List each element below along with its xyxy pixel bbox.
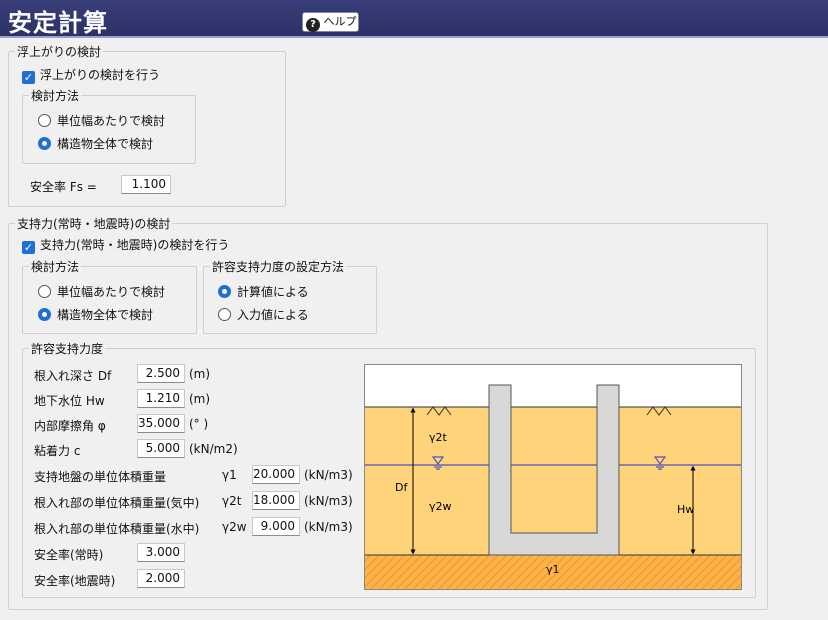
hw-input[interactable]: 1.210: [137, 389, 185, 408]
option-label: 入力値による: [237, 308, 309, 322]
title-bar: 安定計算 ? ヘルプ: [0, 0, 828, 38]
param-label-g1: 支持地盤の単位体積重量: [34, 470, 167, 484]
safety-fs-label: 安全率 Fs =: [30, 180, 97, 194]
help-label: ヘルプ: [323, 15, 357, 28]
label-gamma1: γ1: [546, 563, 560, 576]
param-label-hw: 地下水位 Hw: [34, 394, 105, 408]
option-label: 計算値による: [237, 285, 309, 299]
radio-selected-icon: [38, 308, 51, 321]
radio-icon: [218, 308, 231, 321]
param-unit: (m): [189, 392, 211, 406]
label-gamma2t: γ2t: [429, 431, 448, 444]
soil-diagram: γ2t γ2w Df Hw γ1: [364, 364, 742, 590]
bearing-method-option-unit[interactable]: 単位幅あたりで検討: [38, 283, 165, 300]
setting-option-input[interactable]: 入力値による: [218, 306, 309, 323]
window-title: 安定計算: [8, 9, 108, 37]
param-label-g2w: 根入れ部の単位体積重量(水中): [34, 522, 200, 536]
param-unit: (kN/m3): [304, 520, 353, 534]
bearing-checkbox[interactable]: ✓ 支持力(常時・地震時)の検討を行う: [22, 236, 229, 254]
option-label: 構造物全体で検討: [57, 137, 154, 151]
uplift-checkbox-label: 浮上がりの検討を行う: [40, 68, 161, 82]
bearing-checkbox-label: 支持力(常時・地震時)の検討を行う: [40, 238, 230, 252]
radio-icon: [38, 114, 51, 127]
df-input[interactable]: 2.500: [137, 364, 185, 383]
question-circle-icon: ?: [306, 18, 320, 32]
phi-input[interactable]: 35.000: [137, 414, 185, 433]
allowable-group-title: 許容支持力度: [31, 342, 104, 356]
uplift-method-option-whole[interactable]: 構造物全体で検討: [38, 135, 153, 152]
radio-icon: [38, 285, 51, 298]
gamma2w-input[interactable]: 9.000: [252, 517, 300, 536]
param-label-c: 粘着力 c: [34, 444, 81, 458]
param-unit: (° ): [189, 417, 209, 431]
setting-method-title: 許容支持力度の設定方法: [212, 260, 345, 274]
checkbox-check-icon: ✓: [22, 241, 35, 254]
setting-option-calculated[interactable]: 計算値による: [218, 283, 309, 300]
radio-selected-icon: [38, 137, 51, 150]
option-label: 単位幅あたりで検討: [57, 114, 166, 128]
gamma1-input[interactable]: 20.000: [252, 465, 300, 484]
radio-selected-icon: [218, 285, 231, 298]
param-label-safety-seismic: 安全率(地震時): [34, 574, 116, 588]
safety-fs-input[interactable]: 1.100: [121, 175, 171, 194]
help-button[interactable]: ? ヘルプ: [302, 12, 359, 32]
uplift-method-option-unit[interactable]: 単位幅あたりで検討: [38, 112, 165, 129]
option-label: 構造物全体で検討: [57, 308, 154, 322]
gamma2t-input[interactable]: 18.000: [252, 491, 300, 510]
bearing-method-title: 検討方法: [31, 260, 80, 274]
param-symbol-g2w: γ2w: [222, 520, 247, 534]
param-unit: (kN/m2): [189, 442, 238, 456]
param-symbol-g1: γ1: [222, 468, 237, 482]
param-label-g2t: 根入れ部の単位体積重量(気中): [34, 496, 200, 510]
option-label: 単位幅あたりで検討: [57, 285, 166, 299]
label-gamma2w: γ2w: [429, 500, 452, 513]
label-df: Df: [395, 481, 408, 494]
label-hw: Hw: [677, 503, 694, 516]
safety-seismic-input[interactable]: 2.000: [137, 569, 185, 588]
safety-normal-input[interactable]: 3.000: [137, 543, 185, 562]
uplift-group-title: 浮上がりの検討: [17, 45, 102, 59]
soil-diagram-svg: γ2t γ2w Df Hw γ1: [365, 384, 741, 589]
checkbox-check-icon: ✓: [22, 71, 35, 84]
param-label-phi: 内部摩擦角 φ: [34, 419, 106, 433]
uplift-checkbox[interactable]: ✓ 浮上がりの検討を行う: [22, 66, 160, 84]
param-unit: (kN/m3): [304, 468, 353, 482]
param-unit: (m): [189, 367, 211, 381]
uplift-method-title: 検討方法: [31, 89, 80, 103]
param-symbol-g2t: γ2t: [222, 494, 242, 508]
param-label-safety-normal: 安全率(常時): [34, 548, 104, 562]
bearing-group-title: 支持力(常時・地震時)の検討: [17, 217, 171, 231]
bearing-method-option-whole[interactable]: 構造物全体で検討: [38, 306, 153, 323]
c-input[interactable]: 5.000: [137, 439, 185, 458]
param-unit: (kN/m3): [304, 494, 353, 508]
param-label-df: 根入れ深さ Df: [34, 369, 112, 383]
